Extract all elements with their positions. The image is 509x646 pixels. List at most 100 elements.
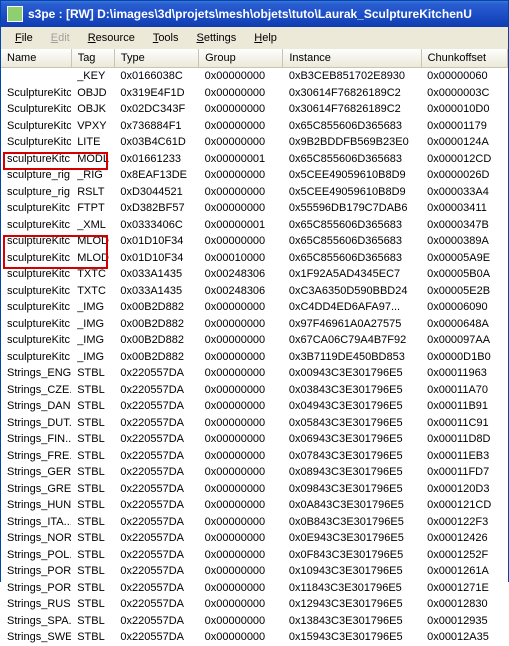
table-row[interactable]: Strings_GRE...STBL0x220557DA0x000000000x…	[1, 481, 508, 498]
menu-file[interactable]: File	[7, 30, 41, 46]
table-row[interactable]: Strings_FIN...STBL0x220557DA0x000000000x…	[1, 431, 508, 448]
table-row[interactable]: sculpture_rigRSLT0xD30445210x000000000x5…	[1, 184, 508, 201]
table-row[interactable]: Strings_SWE...STBL0x220557DA0x000000000x…	[1, 629, 508, 646]
menu-tools[interactable]: Tools	[145, 30, 187, 46]
cell-group: 0x00000000	[199, 613, 283, 630]
table-row[interactable]: Strings_ITA...STBL0x220557DA0x000000000x…	[1, 514, 508, 531]
table-header-row: Name Tag Type Group Instance Chunkoffset	[1, 49, 508, 68]
table-row[interactable]: Strings_HUN...STBL0x220557DA0x000000000x…	[1, 497, 508, 514]
cell-name: Strings_GRE...	[1, 481, 71, 498]
table-row[interactable]: SculptureKitc...LITE0x03B4C61D0x00000000…	[1, 134, 508, 151]
table-row[interactable]: sculptureKitc...MODL0x016612330x00000001…	[1, 151, 508, 168]
table-row[interactable]: Strings_GER...STBL0x220557DA0x000000000x…	[1, 464, 508, 481]
cell-chunk: 0x00011C91	[421, 415, 507, 432]
table-row[interactable]: sculptureKitc...FTPT0xD382BF570x00000000…	[1, 200, 508, 217]
col-tag[interactable]: Tag	[71, 49, 114, 68]
cell-group: 0x00000000	[199, 514, 283, 531]
table-row[interactable]: _KEY0x0166038C0x000000000xB3CEB851702E89…	[1, 68, 508, 85]
cell-instance: 0x03843C3E301796E5	[283, 382, 421, 399]
cell-type: 0x319E4F1D	[114, 85, 198, 102]
table-row[interactable]: Strings_SPA...STBL0x220557DA0x000000000x…	[1, 613, 508, 630]
cell-type: 0x02DC343F	[114, 101, 198, 118]
cell-instance: 0x0E943C3E301796E5	[283, 530, 421, 547]
cell-type: 0x8EAF13DE	[114, 167, 198, 184]
table-row[interactable]: sculptureKitc..._IMG0x00B2D8820x00000000…	[1, 332, 508, 349]
table-row[interactable]: Strings_ENG...STBL0x220557DA0x000000000x…	[1, 365, 508, 382]
cell-type: 0x220557DA	[114, 415, 198, 432]
table-row[interactable]: Strings_FRE...STBL0x220557DA0x000000000x…	[1, 448, 508, 465]
titlebar[interactable]: s3pe : [RW] D:\images\3d\projets\mesh\ob…	[1, 1, 508, 27]
table-row[interactable]: sculptureKitc...MLOD0x01D10F340x00010000…	[1, 250, 508, 267]
table-row[interactable]: Strings_POL...STBL0x220557DA0x000000000x…	[1, 547, 508, 564]
menu-help[interactable]: Help	[246, 30, 285, 46]
table-row[interactable]: sculptureKitc...TXTC0x033A14350x00248306…	[1, 283, 508, 300]
content-wrap: Name Tag Type Group Instance Chunkoffset…	[1, 49, 508, 646]
cell-name: Strings_DUT...	[1, 415, 71, 432]
cell-type: 0x220557DA	[114, 563, 198, 580]
cell-chunk: 0x00012426	[421, 530, 507, 547]
table-row[interactable]: SculptureKitc...OBJK0x02DC343F0x00000000…	[1, 101, 508, 118]
table-row[interactable]: Strings_POR...STBL0x220557DA0x000000000x…	[1, 563, 508, 580]
col-name[interactable]: Name	[1, 49, 71, 68]
cell-group: 0x00000000	[199, 316, 283, 333]
cell-chunk: 0x0000026D	[421, 167, 507, 184]
cell-name: sculptureKitc...	[1, 332, 71, 349]
col-type[interactable]: Type	[114, 49, 198, 68]
table-row[interactable]: Strings_DUT...STBL0x220557DA0x000000000x…	[1, 415, 508, 432]
table-row[interactable]: sculpture_rig_RIG0x8EAF13DE0x000000000x5…	[1, 167, 508, 184]
table-row[interactable]: SculptureKitc...VPXY0x736884F10x00000000…	[1, 118, 508, 135]
cell-chunk: 0x00000060	[421, 68, 507, 85]
cell-group: 0x00000001	[199, 151, 283, 168]
table-row[interactable]: sculptureKitc..._IMG0x00B2D8820x00000000…	[1, 299, 508, 316]
cell-instance: 0x30614F76826189C2	[283, 101, 421, 118]
cell-name: Strings_FIN...	[1, 431, 71, 448]
table-row[interactable]: sculptureKitc...MLOD0x01D10F340x00000000…	[1, 233, 508, 250]
cell-instance: 0x30614F76826189C2	[283, 85, 421, 102]
cell-group: 0x00000000	[199, 448, 283, 465]
table-row[interactable]: SculptureKitc...OBJD0x319E4F1D0x00000000…	[1, 85, 508, 102]
table-row[interactable]: sculptureKitc..._XML0x0333406C0x00000001…	[1, 217, 508, 234]
cell-instance: 0x67CA06C79A4B7F92	[283, 332, 421, 349]
titlebar-text: s3pe : [RW] D:\images\3d\projets\mesh\ob…	[28, 7, 472, 21]
cell-chunk: 0x0000124A	[421, 134, 507, 151]
cell-instance: 0x5CEE49059610B8D9	[283, 184, 421, 201]
cell-type: 0x0166038C	[114, 68, 198, 85]
col-instance[interactable]: Instance	[283, 49, 421, 68]
cell-group: 0x00000000	[199, 118, 283, 135]
cell-type: 0x00B2D882	[114, 299, 198, 316]
cell-chunk: 0x000097AA	[421, 332, 507, 349]
cell-instance: 0x05843C3E301796E5	[283, 415, 421, 432]
col-chunkoffset[interactable]: Chunkoffset	[421, 49, 507, 68]
cell-group: 0x00000000	[199, 431, 283, 448]
table-row[interactable]: sculptureKitc..._IMG0x00B2D8820x00000000…	[1, 316, 508, 333]
table-row[interactable]: Strings_DAN...STBL0x220557DA0x000000000x…	[1, 398, 508, 415]
cell-group: 0x00000000	[199, 233, 283, 250]
cell-chunk: 0x0000648A	[421, 316, 507, 333]
cell-type: 0x0333406C	[114, 217, 198, 234]
cell-tag: STBL	[71, 398, 114, 415]
cell-name: Strings_FRE...	[1, 448, 71, 465]
table-row[interactable]: sculptureKitc...TXTC0x033A14350x00248306…	[1, 266, 508, 283]
listview[interactable]: Name Tag Type Group Instance Chunkoffset…	[1, 49, 508, 646]
cell-type: 0x220557DA	[114, 629, 198, 646]
cell-instance: 0x10943C3E301796E5	[283, 563, 421, 580]
table-row[interactable]: Strings_CZE...STBL0x220557DA0x000000000x…	[1, 382, 508, 399]
cell-chunk: 0x0000389A	[421, 233, 507, 250]
cell-chunk: 0x0000003C	[421, 85, 507, 102]
cell-tag: _IMG	[71, 332, 114, 349]
cell-tag: _IMG	[71, 316, 114, 333]
table-row[interactable]: Strings_RUS...STBL0x220557DA0x000000000x…	[1, 596, 508, 613]
menu-resource[interactable]: Resource	[80, 30, 143, 46]
cell-chunk: 0x0000347B	[421, 217, 507, 234]
cell-chunk: 0x00012A35	[421, 629, 507, 646]
cell-instance: 0xC4DD4ED6AFA97...	[283, 299, 421, 316]
table-row[interactable]: Strings_NOR...STBL0x220557DA0x000000000x…	[1, 530, 508, 547]
table-row[interactable]: sculptureKitc..._IMG0x00B2D8820x00000000…	[1, 349, 508, 366]
cell-tag: STBL	[71, 613, 114, 630]
menu-settings[interactable]: Settings	[189, 30, 245, 46]
cell-tag: STBL	[71, 415, 114, 432]
col-group[interactable]: Group	[199, 49, 283, 68]
cell-instance: 0x08943C3E301796E5	[283, 464, 421, 481]
cell-chunk: 0x00011B91	[421, 398, 507, 415]
cell-name: SculptureKitc...	[1, 101, 71, 118]
